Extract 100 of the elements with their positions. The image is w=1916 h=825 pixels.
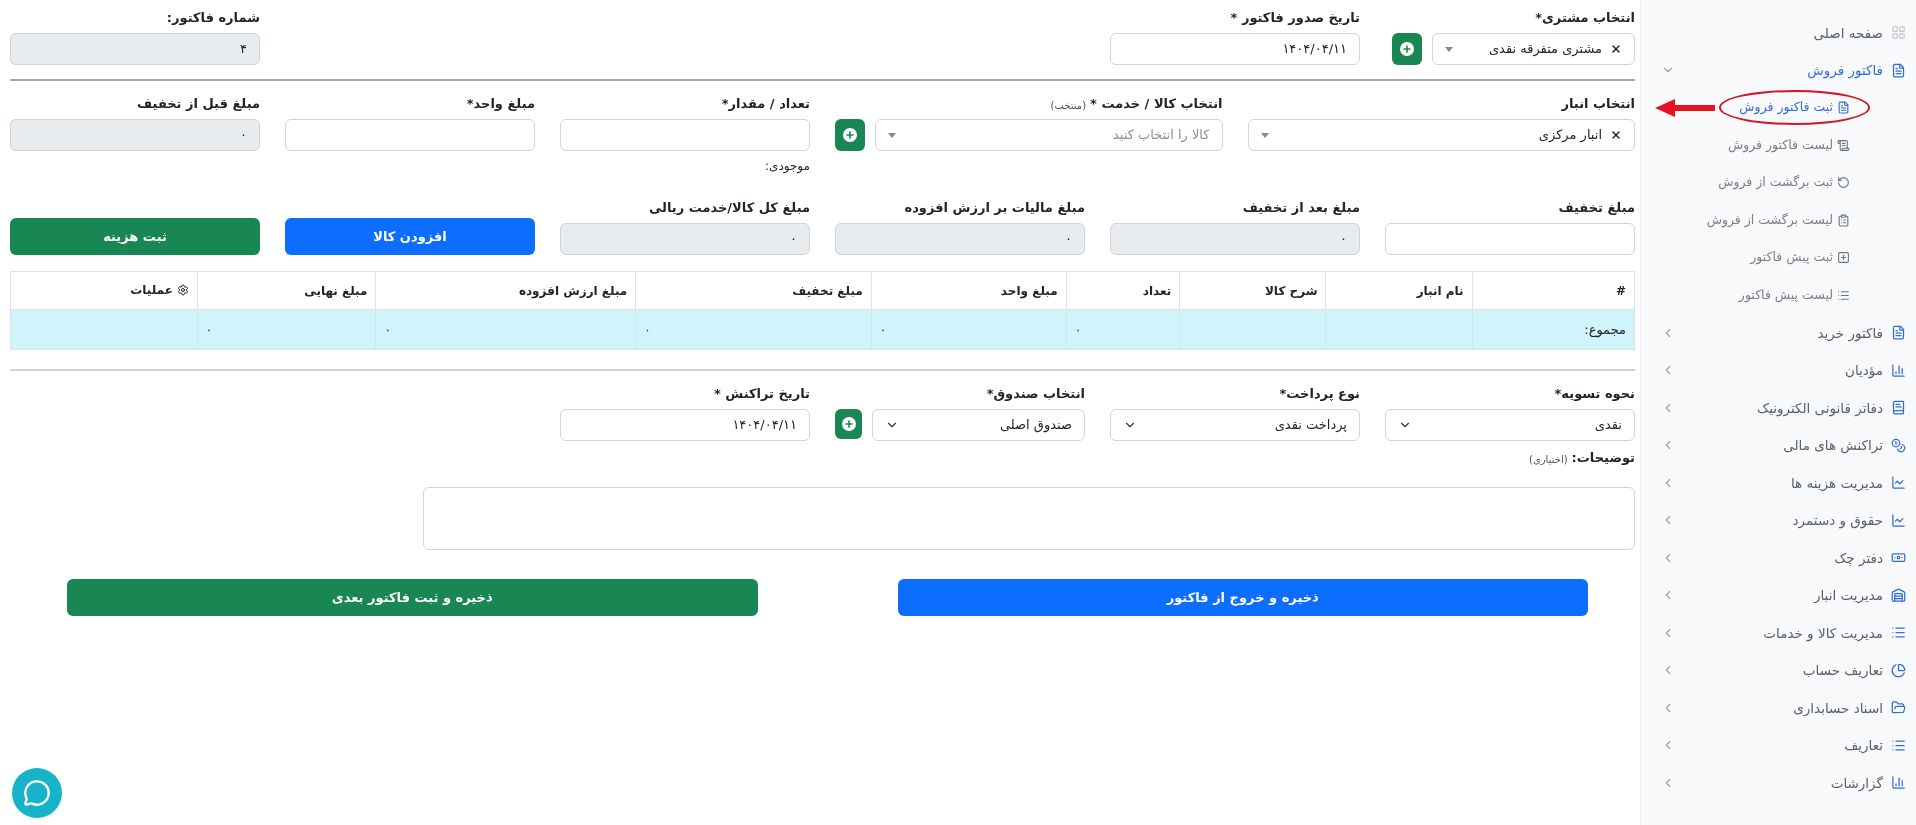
submenu-icon <box>1837 288 1850 302</box>
amount-field: ۰ <box>10 119 260 151</box>
field-note: (منتخب) <box>1050 99 1087 113</box>
unit-price-field[interactable] <box>285 119 535 151</box>
table-cell: ۰ <box>197 309 376 350</box>
submenu-icon <box>1837 138 1850 152</box>
sidebar-item[interactable]: گزارشات <box>1661 764 1906 802</box>
menu-item-icon <box>1891 475 1906 491</box>
customer-select[interactable]: مشتری متفرقه نقدی <box>1432 33 1635 65</box>
add-button[interactable] <box>1392 33 1422 65</box>
chat-button[interactable] <box>12 768 62 818</box>
menu-item-icon <box>1891 362 1906 378</box>
sidebar-item[interactable]: دفتر چک <box>1661 539 1906 577</box>
quantity-field[interactable] <box>560 119 810 151</box>
field-label: مبلغ تخفیف <box>1558 198 1635 217</box>
menu-item-icon <box>1891 737 1906 753</box>
amount-field: ۰ <box>1110 223 1360 255</box>
column-header: مبلغ ارزش افزوده <box>375 271 636 310</box>
arrow-icon <box>1655 96 1716 119</box>
field-label: تاریخ صدور فاکتور * <box>1230 8 1360 27</box>
submenu-item[interactable]: ثبت برگشت از فروش <box>1718 173 1850 193</box>
add-button[interactable] <box>835 409 862 439</box>
menu-item-icon <box>1891 512 1906 528</box>
save-exit-button[interactable]: ذخیره و خروج از فاکتور <box>897 579 1588 616</box>
settlement-select[interactable]: نقدی <box>1385 409 1635 441</box>
table-cell: ۰ <box>635 309 872 350</box>
field-label: شماره فاکتور: <box>166 8 260 27</box>
field-label: انتخاب صندوق* <box>986 384 1085 403</box>
sidebar-item[interactable]: تعاریف <box>1661 726 1906 764</box>
sidebar-item[interactable]: تعاریف حساب <box>1661 651 1906 689</box>
menu-item-icon <box>1891 437 1906 453</box>
grid-icon <box>1891 25 1906 41</box>
amount-field: ۰ <box>835 223 1085 255</box>
submenu-item[interactable]: لیست برگشت از فروش <box>1706 210 1850 230</box>
product-select[interactable]: کالا را انتخاب کنید <box>875 119 1223 151</box>
sidebar-item[interactable]: فاکتور خرید <box>1661 314 1906 352</box>
field-label: نوع پرداخت* <box>1279 384 1360 403</box>
column-header: نام انبار <box>1325 271 1473 310</box>
menu-item-icon <box>1891 775 1906 791</box>
clear-icon[interactable] <box>1610 43 1622 55</box>
table-cell: مجموع: <box>1472 309 1635 350</box>
field-note: (اختیاری) <box>1529 453 1568 467</box>
stock-hint: موجودی: <box>764 158 810 175</box>
field-label: انتخاب مشتری* <box>1535 8 1635 27</box>
field-label: مبلغ واحد* <box>466 94 535 113</box>
menu-item-icon <box>1891 625 1906 641</box>
clear-icon[interactable] <box>1610 129 1622 141</box>
submenu-icon <box>1837 213 1850 227</box>
caret-icon <box>1445 46 1453 52</box>
field-label: نحوه تسویه* <box>1554 384 1635 403</box>
field-label: مبلغ مالیات بر ارزش افزوده <box>904 198 1085 217</box>
date-field[interactable]: ۱۴۰۴/۰۴/۱۱ <box>560 409 810 441</box>
sidebar-item[interactable]: مؤدیان <box>1661 351 1906 389</box>
sidebar-item[interactable]: صفحه اصلی <box>1661 14 1906 52</box>
date-field[interactable]: ۱۴۰۴/۰۴/۱۱ <box>1110 33 1360 65</box>
menu-item-icon <box>1891 400 1906 416</box>
sidebar-item[interactable]: مدیریت هزینه ها <box>1661 464 1906 502</box>
menu-item-icon <box>1891 700 1906 716</box>
column-header: # <box>1472 271 1635 310</box>
field-label: مبلغ کل کالا/خدمت ریالی <box>648 198 810 217</box>
submenu-icon <box>1837 176 1850 190</box>
expense-button[interactable]: ثبت هزینه <box>10 218 260 255</box>
table-cell: ۰ <box>871 309 1067 350</box>
menu-item-icon <box>1891 62 1906 78</box>
chat-icon <box>23 779 51 807</box>
sidebar-item[interactable]: مدیریت کالا و خدمات <box>1661 614 1906 652</box>
payment-type-select[interactable]: پرداخت نقدی <box>1110 409 1360 441</box>
sidebar-item[interactable]: اسناد حسابداری <box>1661 689 1906 727</box>
field-label: توضیحات: <box>1571 448 1635 467</box>
submenu-item[interactable]: ثبت پیش فاکتور <box>1750 248 1850 268</box>
save-next-button[interactable]: ذخیره و ثبت فاکتور بعدی <box>67 579 758 616</box>
sidebar-item[interactable]: فاکتور فروش <box>1661 51 1906 89</box>
submenu-item[interactable]: لیست پیش فاکتور <box>1738 285 1850 305</box>
sidebar-item[interactable]: مدیریت انبار <box>1661 576 1906 614</box>
submenu-item[interactable]: ثبت فاکتور فروش <box>1739 98 1850 118</box>
sidebar-item[interactable]: دفاتر قانونی الکترونیک <box>1661 389 1906 427</box>
sidebar-item[interactable]: تراکنش های مالی <box>1661 426 1906 464</box>
invoice-number-field: ۴ <box>10 33 260 65</box>
menu-item-icon <box>1891 662 1906 678</box>
menu-item-icon <box>1891 587 1906 603</box>
submenu-item[interactable]: لیست فاکتور فروش <box>1727 135 1850 155</box>
table-cell: ۰ <box>1066 309 1180 350</box>
menu-item-icon <box>1891 325 1906 341</box>
field-label: تعداد / مقدار* <box>721 94 810 113</box>
add-item-button[interactable]: افزودن کالا <box>285 218 535 255</box>
column-header: تعداد <box>1066 271 1180 310</box>
field-label: انتخاب انبار <box>1561 94 1635 113</box>
caret-icon <box>1260 132 1269 138</box>
field-label: انتخاب کالا / خدمت * <box>1090 94 1223 113</box>
sidebar-item[interactable]: حقوق و دستمرد <box>1661 501 1906 539</box>
warehouse-select[interactable]: انبار مرکزی <box>1247 119 1635 151</box>
field-label: تاریخ تراکنش * <box>714 384 810 403</box>
add-button[interactable] <box>835 119 865 151</box>
field-label: مبلغ قبل از تخفیف <box>137 94 260 113</box>
field-label: مبلغ بعد از تخفیف <box>1242 198 1360 217</box>
discount-field[interactable] <box>1385 223 1635 255</box>
column-header: مبلغ نهایی <box>197 271 376 310</box>
column-header: مبلغ واحد <box>871 271 1067 310</box>
cash-box-select[interactable]: صندوق اصلی <box>872 409 1085 441</box>
amount-field: ۰ <box>560 223 810 255</box>
